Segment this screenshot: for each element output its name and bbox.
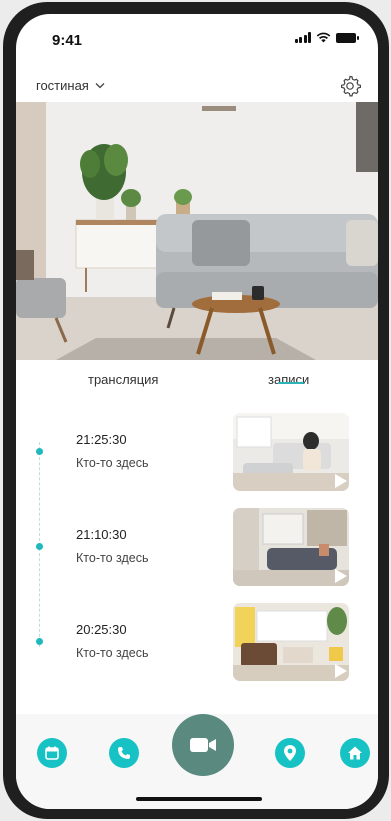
video-camera-icon[interactable] — [172, 714, 234, 776]
location-pin-icon[interactable] — [275, 738, 305, 768]
list-item[interactable]: 21:10:30 Кто-то здесь — [16, 503, 378, 587]
chevron-down-icon — [95, 83, 105, 89]
battery-icon — [336, 32, 359, 43]
timeline-dot — [36, 638, 43, 645]
record-time: 21:10:30 — [76, 527, 127, 542]
bottom-nav — [16, 714, 378, 809]
screen: 9:41 гостиная трансляция записи 21:25:30… — [16, 14, 378, 809]
play-icon[interactable] — [331, 472, 349, 490]
wifi-icon — [316, 32, 331, 43]
header: гостиная — [16, 74, 378, 104]
play-icon[interactable] — [331, 567, 349, 585]
status-icons — [294, 32, 359, 43]
tab-live[interactable]: трансляция — [88, 372, 158, 387]
gear-icon[interactable] — [338, 74, 362, 98]
status-bar: 9:41 — [16, 14, 378, 64]
signal-icon — [294, 32, 311, 43]
record-time: 20:25:30 — [76, 622, 127, 637]
play-icon[interactable] — [331, 662, 349, 680]
record-description: Кто-то здесь — [76, 646, 149, 660]
calendar-icon[interactable] — [37, 738, 67, 768]
list-item[interactable]: 21:25:30 Кто-то здесь — [16, 408, 378, 492]
active-tab-indicator — [278, 382, 304, 384]
timeline-dot — [36, 448, 43, 455]
timeline-dot — [36, 543, 43, 550]
tab-records[interactable]: записи — [268, 372, 309, 387]
record-description: Кто-то здесь — [76, 551, 149, 565]
record-time: 21:25:30 — [76, 432, 127, 447]
room-selector[interactable]: гостиная — [36, 78, 105, 93]
records-list: 21:25:30 Кто-то здесь 21:10:30 Кто-то зд… — [16, 402, 378, 702]
status-time: 9:41 — [52, 32, 83, 49]
camera-view[interactable] — [16, 102, 378, 360]
record-description: Кто-то здесь — [76, 456, 149, 470]
phone-frame: 9:41 гостиная трансляция записи 21:25:30… — [3, 2, 389, 819]
home-icon[interactable] — [340, 738, 370, 768]
view-tabs: трансляция записи — [16, 360, 378, 404]
list-item[interactable]: 20:25:30 Кто-то здесь — [16, 598, 378, 682]
room-label: гостиная — [36, 78, 89, 93]
phone-icon[interactable] — [109, 738, 139, 768]
home-indicator[interactable] — [136, 797, 262, 801]
